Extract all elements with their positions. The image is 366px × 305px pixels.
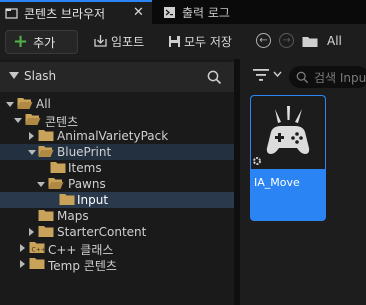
expand-arrow-icon[interactable] bbox=[37, 182, 45, 187]
save-all-button[interactable]: 모두 저장 bbox=[168, 32, 232, 50]
tab-bar: 콘텐츠 브라우저 ✕ 출력 로그 bbox=[0, 0, 366, 24]
forward-button[interactable]: → bbox=[279, 33, 294, 48]
sources-panel: Slash All 콘텐츠 AnimalVarietyPack BluePrin… bbox=[0, 59, 234, 305]
path-label: All bbox=[327, 34, 342, 48]
arrow-left-icon: ← bbox=[259, 34, 268, 46]
collapse-arrow-icon[interactable] bbox=[20, 260, 25, 268]
tree-item-label: Maps bbox=[57, 209, 89, 223]
tree-item-input[interactable]: Input bbox=[0, 192, 234, 208]
sources-header[interactable]: Slash bbox=[0, 62, 234, 92]
tree-item-content[interactable]: 콘텐츠 bbox=[0, 112, 234, 129]
expand-arrow-icon[interactable] bbox=[14, 118, 22, 123]
asset-tile[interactable]: IA_Move bbox=[250, 95, 326, 221]
folder-open-icon bbox=[38, 146, 54, 157]
tree-item-blueprint[interactable]: BluePrint bbox=[0, 144, 234, 160]
expand-arrow-icon[interactable] bbox=[28, 150, 36, 155]
tree-item-all[interactable]: All bbox=[0, 96, 234, 112]
tree-item-label: BluePrint bbox=[57, 145, 112, 159]
chevron-down-icon[interactable] bbox=[273, 71, 282, 77]
folder-icon bbox=[38, 130, 54, 141]
folder-icon bbox=[29, 258, 45, 269]
tab-content-browser-label: 콘텐츠 브라우저 bbox=[24, 6, 106, 21]
search-icon bbox=[296, 71, 309, 83]
add-button[interactable]: + 추가 bbox=[5, 30, 78, 54]
tree-item-temp-content[interactable]: Temp 콘텐츠 bbox=[0, 256, 234, 273]
tree-item-label: Input bbox=[77, 193, 109, 207]
tree-item-items[interactable]: Items bbox=[0, 160, 234, 176]
add-button-label: 추가 bbox=[33, 35, 56, 50]
tree-item-cpp-classes[interactable]: C++ C++ 클래스 bbox=[0, 240, 234, 257]
sources-title: Slash bbox=[24, 69, 57, 83]
import-icon bbox=[94, 35, 107, 47]
asset-type-bar bbox=[251, 169, 325, 171]
back-button[interactable]: ← bbox=[256, 33, 271, 48]
collapse-arrow-icon[interactable] bbox=[29, 132, 34, 140]
folder-icon bbox=[38, 210, 54, 221]
close-icon[interactable]: ✕ bbox=[133, 5, 144, 20]
asset-name: IA_Move bbox=[254, 176, 300, 189]
plus-icon: + bbox=[13, 31, 29, 52]
tree-item-label: Temp 콘텐츠 bbox=[48, 259, 117, 273]
content-browser-icon bbox=[5, 7, 18, 19]
save-all-button-label: 모두 저장 bbox=[184, 34, 232, 49]
expand-arrow-icon[interactable] bbox=[6, 102, 14, 107]
import-button[interactable]: 임포트 bbox=[93, 32, 144, 50]
arrow-right-icon: → bbox=[282, 34, 291, 46]
asset-thumbnail bbox=[251, 96, 325, 169]
tree-item-label: StarterContent bbox=[57, 225, 147, 239]
import-button-label: 임포트 bbox=[111, 34, 145, 49]
tree-item-label: AnimalVarietyPack bbox=[57, 129, 169, 143]
tree-item-label: Pawns bbox=[68, 177, 106, 191]
folder-open-icon bbox=[48, 178, 64, 189]
search-placeholder: 검색 Input bbox=[314, 70, 366, 85]
tab-content-browser[interactable]: 콘텐츠 브라우저 ✕ bbox=[0, 0, 152, 24]
tab-output-log-label: 출력 로그 bbox=[182, 5, 230, 20]
tree-item-label: Items bbox=[68, 161, 102, 175]
gamepad-icon bbox=[253, 106, 310, 165]
folder-icon bbox=[302, 36, 318, 47]
folder-icon bbox=[59, 194, 75, 205]
save-icon bbox=[169, 35, 180, 47]
collapse-arrow-icon[interactable] bbox=[9, 72, 19, 79]
tree-item-animalvarietypack[interactable]: AnimalVarietyPack bbox=[0, 128, 234, 144]
search-icon[interactable] bbox=[207, 70, 222, 85]
filter-icon[interactable] bbox=[253, 69, 269, 81]
asset-search-input[interactable]: 검색 Input bbox=[289, 66, 366, 88]
output-log-icon bbox=[164, 6, 175, 18]
path-breadcrumb[interactable]: All bbox=[302, 32, 342, 50]
toolbar: + 추가 임포트 모두 저장 ← → All bbox=[0, 24, 366, 59]
svg-text:C++: C++ bbox=[32, 247, 46, 254]
collapse-arrow-icon[interactable] bbox=[29, 228, 34, 236]
collapse-arrow-icon[interactable] bbox=[20, 244, 25, 252]
tree-item-label: All bbox=[36, 97, 51, 111]
folder-icon bbox=[50, 162, 66, 173]
tree-item-pawns[interactable]: Pawns bbox=[0, 176, 234, 192]
folder-open-icon bbox=[25, 114, 41, 125]
folder-icon bbox=[38, 226, 54, 237]
tree-item-maps[interactable]: Maps bbox=[0, 208, 234, 224]
folder-open-icon bbox=[17, 98, 33, 109]
tab-output-log[interactable]: 출력 로그 bbox=[158, 0, 278, 24]
tree-item-startercontent[interactable]: StarterContent bbox=[0, 224, 234, 240]
cpp-folder-icon: C++ bbox=[29, 242, 46, 254]
